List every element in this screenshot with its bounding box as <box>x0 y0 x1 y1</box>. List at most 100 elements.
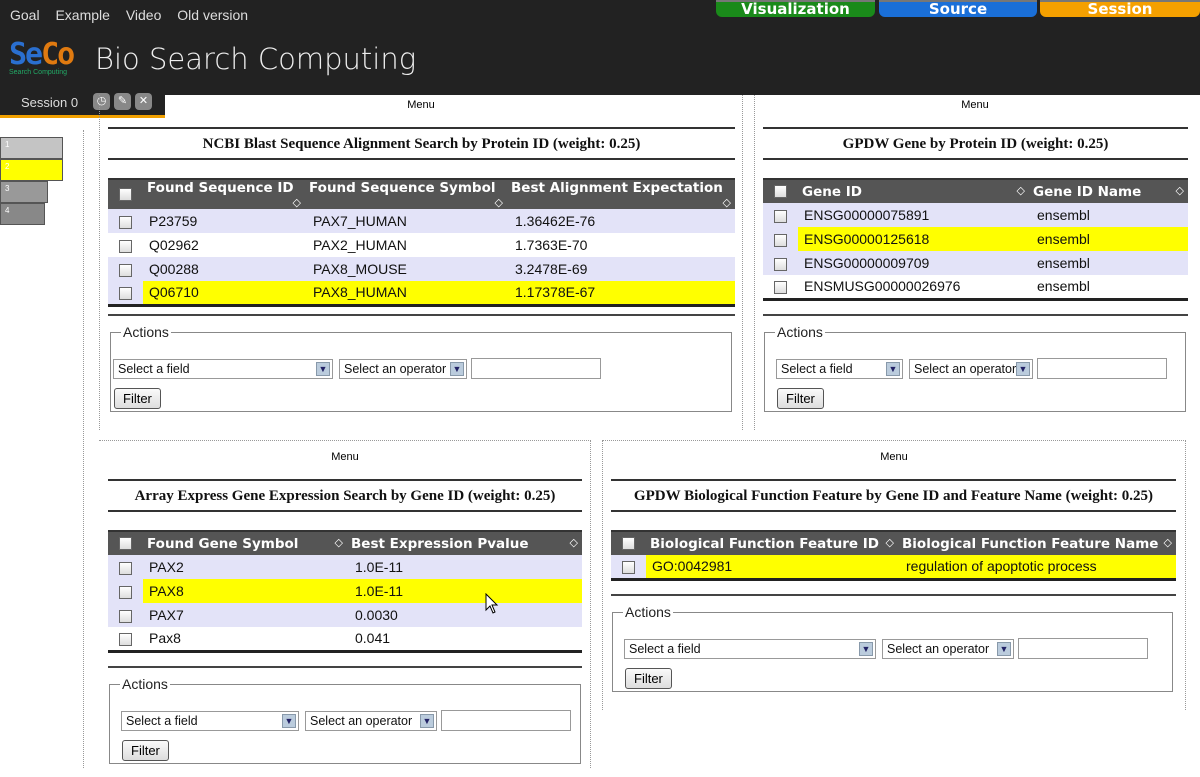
table-row[interactable]: PAX7 0.0030 <box>108 603 582 627</box>
tab-source[interactable]: Source <box>879 0 1037 17</box>
column-header[interactable]: Best Expression Pvalue ◇ <box>347 530 582 555</box>
table-row[interactable]: ENSG00000125618 ensembl <box>763 227 1188 251</box>
table-row[interactable]: P23759 PAX7_HUMAN 1.36462E-76 <box>108 209 735 233</box>
field-select-value: Select a field <box>126 714 198 728</box>
filter-value-input[interactable] <box>471 358 601 379</box>
table-cell: Q00288 <box>143 257 305 281</box>
select-all-checkbox[interactable] <box>611 530 646 555</box>
row-checkbox[interactable] <box>763 203 798 227</box>
table-row[interactable]: PAX8 1.0E-11 <box>108 579 582 603</box>
operator-select[interactable]: Select an operator ▼ <box>909 359 1033 379</box>
sort-icon[interactable]: ◇ <box>1164 536 1172 549</box>
table-header: Found Gene Symbol ◇ Best Expression Pvalue… <box>108 530 582 555</box>
sort-icon[interactable]: ◇ <box>293 196 301 209</box>
table-row[interactable]: Pax8 0.041 <box>108 627 582 651</box>
table-row[interactable]: GO:0042981 regulation of apoptotic proces… <box>611 555 1176 579</box>
table-header: Gene ID ◇ Gene ID Name ◇ <box>763 178 1188 203</box>
field-select[interactable]: Select a field ▼ <box>624 639 876 659</box>
row-checkbox[interactable] <box>763 227 798 251</box>
select-all-checkbox[interactable] <box>108 530 143 555</box>
side-tab-2[interactable]: 2 <box>0 159 63 181</box>
result-panel: Menu GPDW Gene by Protein ID (weight: 0.2… <box>755 95 1195 425</box>
panel-title: Array Express Gene Expression Search by … <box>108 479 582 512</box>
panel-menu[interactable]: Menu <box>100 451 590 463</box>
field-select[interactable]: Select a field ▼ <box>113 359 333 379</box>
operator-select[interactable]: Select an operator ▼ <box>339 359 467 379</box>
panel-menu[interactable]: Menu <box>100 99 742 111</box>
row-checkbox[interactable] <box>108 257 143 281</box>
table-row[interactable]: Q06710 PAX8_HUMAN 1.17378E-67 <box>108 281 735 305</box>
side-tab-4[interactable]: 4 <box>0 203 45 225</box>
operator-select[interactable]: Select an operator ▼ <box>305 711 437 731</box>
field-select[interactable]: Select a field ▼ <box>776 359 903 379</box>
table-header: Found Sequence ID ◇ Found Sequence Symbol ◇… <box>108 178 735 209</box>
table-row[interactable]: Q00288 PAX8_MOUSE 3.2478E-69 <box>108 257 735 281</box>
panel-title: GPDW Gene by Protein ID (weight: 0.25) <box>763 127 1188 160</box>
divider <box>763 314 1188 316</box>
nav-video[interactable]: Video <box>126 7 162 23</box>
table-row[interactable]: ENSMUSG00000026976 ensembl <box>763 275 1188 299</box>
column-header-label: Best Expression Pvalue <box>351 535 529 552</box>
nav-example[interactable]: Example <box>55 7 109 23</box>
operator-select[interactable]: Select an operator ▼ <box>882 639 1014 659</box>
table-cell: PAX8_MOUSE <box>305 257 507 281</box>
tab-session[interactable]: Session <box>1040 0 1200 17</box>
tab-visualization[interactable]: Visualization <box>716 0 875 17</box>
column-header[interactable]: Best Alignment Expectation ◇ <box>507 178 735 209</box>
side-tab-1[interactable]: 1 <box>0 137 63 159</box>
operator-select-value: Select an operator <box>344 362 447 376</box>
table-row[interactable]: ENSG00000075891 ensembl <box>763 203 1188 227</box>
filter-button[interactable]: Filter <box>625 668 672 689</box>
row-checkbox[interactable] <box>611 555 646 579</box>
row-checkbox[interactable] <box>108 555 143 579</box>
row-checkbox[interactable] <box>108 209 143 233</box>
sort-icon[interactable]: ◇ <box>886 536 894 549</box>
row-checkbox[interactable] <box>108 627 143 651</box>
filter-value-input[interactable] <box>441 710 571 731</box>
row-checkbox[interactable] <box>108 603 143 627</box>
sort-icon[interactable]: ◇ <box>570 536 578 549</box>
nav-goal[interactable]: Goal <box>10 7 40 23</box>
column-header-label: Biological Function Feature ID <box>650 535 880 552</box>
table-row[interactable]: Q02962 PAX2_HUMAN 1.7363E-70 <box>108 233 735 257</box>
row-checkbox[interactable] <box>108 233 143 257</box>
row-checkbox[interactable] <box>763 251 798 275</box>
sort-icon[interactable]: ◇ <box>1176 184 1184 197</box>
filter-button[interactable]: Filter <box>114 388 161 409</box>
row-checkbox[interactable] <box>108 281 143 305</box>
side-tab-3[interactable]: 3 <box>0 181 48 203</box>
table-row[interactable]: PAX2 1.0E-11 <box>108 555 582 579</box>
column-header[interactable]: Found Sequence ID ◇ <box>143 178 305 209</box>
divider <box>611 594 1176 596</box>
select-all-checkbox[interactable] <box>108 178 143 209</box>
filter-value-input[interactable] <box>1037 358 1167 379</box>
filter-button[interactable]: Filter <box>777 388 824 409</box>
column-header[interactable]: Found Sequence Symbol ◇ <box>305 178 507 209</box>
row-checkbox[interactable] <box>763 275 798 299</box>
field-select[interactable]: Select a field ▼ <box>121 711 299 731</box>
sort-icon[interactable]: ◇ <box>495 196 503 209</box>
sort-icon[interactable]: ◇ <box>335 536 343 549</box>
logo: SeCo Search Computing <box>9 37 75 77</box>
select-all-checkbox[interactable] <box>763 178 798 203</box>
column-header[interactable]: Biological Function Feature ID ◇ <box>646 530 898 555</box>
table-row[interactable]: ENSG00000009709 ensembl <box>763 251 1188 275</box>
column-header[interactable]: Biological Function Feature Name ◇ <box>898 530 1176 555</box>
filter-value-input[interactable] <box>1018 638 1148 659</box>
panel-menu[interactable]: Menu <box>603 451 1185 463</box>
divider <box>742 95 743 430</box>
nav-old-version[interactable]: Old version <box>177 7 248 23</box>
row-checkbox[interactable] <box>108 579 143 603</box>
panel-menu[interactable]: Menu <box>755 99 1195 111</box>
field-select-value: Select a field <box>629 642 701 656</box>
column-header[interactable]: Gene ID Name ◇ <box>1029 178 1188 203</box>
sort-icon[interactable]: ◇ <box>723 196 731 209</box>
session-label[interactable]: Session 0 <box>21 95 78 110</box>
field-select-value: Select a field <box>118 362 190 376</box>
column-header[interactable]: Found Gene Symbol ◇ <box>143 530 347 555</box>
filter-button[interactable]: Filter <box>122 740 169 761</box>
column-header[interactable]: Gene ID ◇ <box>798 178 1029 203</box>
sort-icon[interactable]: ◇ <box>1017 184 1025 197</box>
table-cell: GO:0042981 <box>646 555 898 579</box>
table-cell: Q06710 <box>143 281 305 305</box>
